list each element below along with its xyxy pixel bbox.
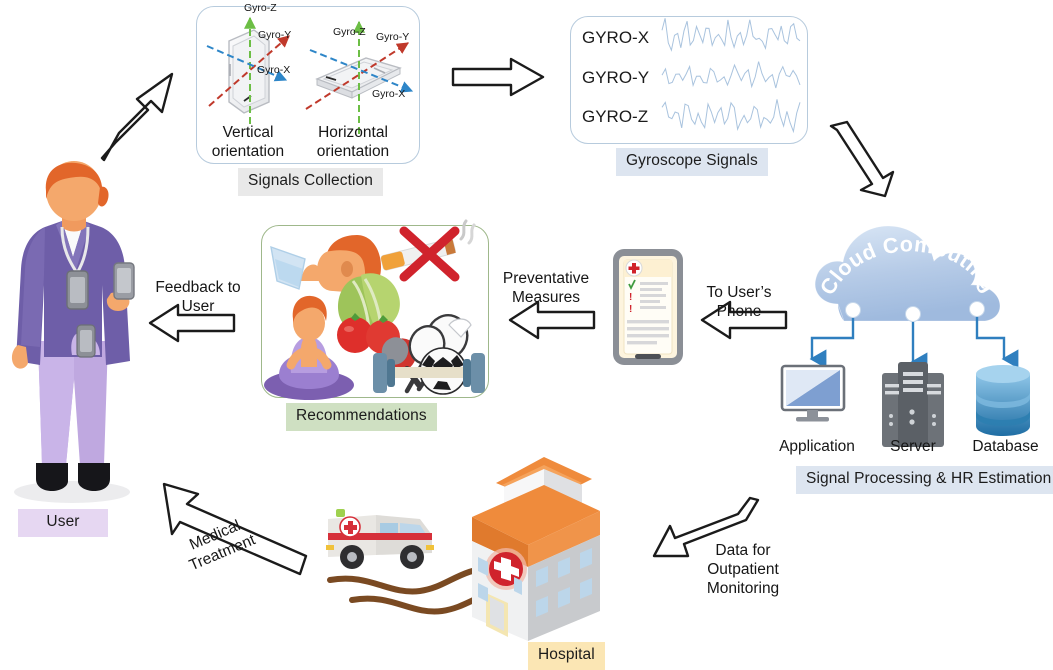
svg-text:!: ! [629,304,632,315]
signal-processing-caption: Signal Processing & HR Estimation [796,466,1053,494]
recommendations-graphic [264,219,485,400]
axis-label-horizontal-y: Gyro-Y [376,31,410,43]
vertical-orientation-label: Vertical orientation [211,124,285,160]
label-preventative-measures: Preventative Measures [502,270,590,306]
signals-collection-caption: Signals Collection [238,168,384,196]
hospital-caption: Hospital [528,642,605,670]
waveform-gyro-x [661,18,801,52]
gyro-x-label: GYRO-X [582,28,650,47]
cloud-node-label-database: Database [972,438,1039,455]
arrow-gyro-to-cloud [829,120,895,198]
axis-label-horizontal-z: Gyro-Z [333,26,366,38]
recommendations-caption: Recommendations [286,403,437,431]
label-to-users-phone: To User’s Phone [706,284,772,320]
cloud-computing-title: Cloud Computing [815,232,1001,299]
no-smoking-icon [380,219,476,282]
hospital-building-icon [472,457,600,641]
label-data-outpatient: Data for Outpatient Monitoring [706,542,780,597]
svg-text:!: ! [629,292,632,303]
axis-label-vertical-y: Gyro-Y [258,29,292,41]
diagram-canvas: Gyro-Z Gyro-Y Gyro-X Gyro-Z Gyro-Y Gyro-… [0,0,1053,670]
hospital-scene [326,457,600,641]
gyro-z-label: GYRO-Z [582,107,649,126]
user-caption: User [18,509,108,537]
axis-label-vertical-x: Gyro-X [257,64,291,76]
horizontal-orientation-label: Horizontal orientation [316,124,390,160]
arrow-user-to-signals [100,72,174,162]
gyroscope-waveforms [661,18,801,134]
waveform-gyro-y [661,61,801,89]
smartphone-report: ! ! [613,249,683,365]
gyro-y-label: GYRO-Y [582,68,650,87]
cloud-node-label-server: Server [890,438,936,455]
axis-label-horizontal-x: Gyro-X [372,88,406,100]
label-feedback-to-user: Feedback to User [155,279,241,315]
ambulance-icon [326,509,434,569]
cloud-node-label-application: Application [779,438,855,455]
axis-label-vertical-z: Gyro-Z [244,2,277,14]
gyroscope-signals-caption: Gyroscope Signals [616,148,768,176]
svg-text:Cloud Computing: Cloud Computing [815,232,1001,299]
waveform-gyro-z [661,99,801,134]
arrow-signals-to-gyro [451,57,545,97]
user-figure [11,161,135,503]
